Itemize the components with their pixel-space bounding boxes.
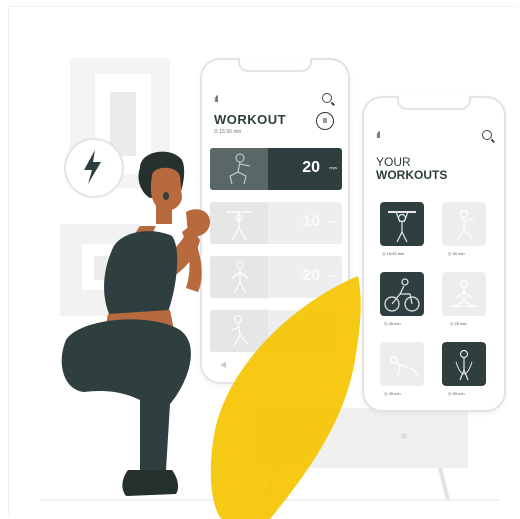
woman-figure — [61, 151, 210, 496]
illustration: ıll WORKOUT ⏱ 15:30 min II 20 reps 10 re… — [0, 0, 520, 519]
